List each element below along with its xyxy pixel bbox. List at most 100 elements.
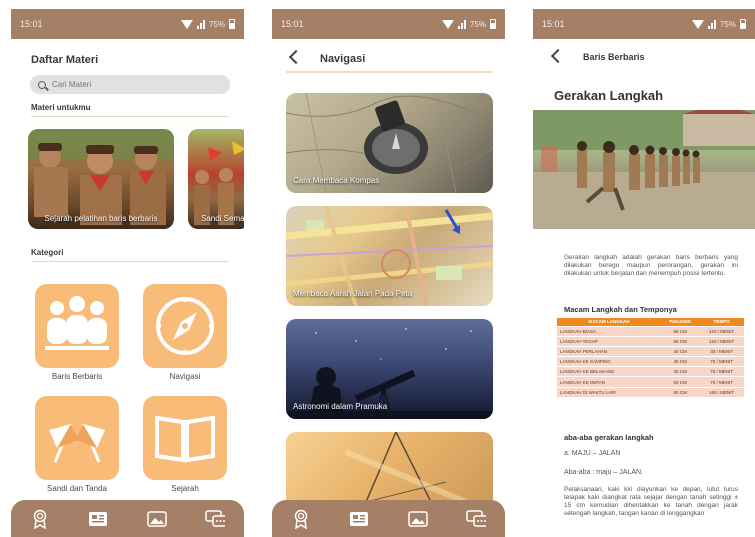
table-cell: LANGKAH DI WAKTU LARI [557,386,662,398]
table-header: PANJANG [661,318,700,326]
section-title-category: Kategori [31,248,64,257]
table-header-row: MACAM LANGKAH PANJANG TEMPO [557,318,744,326]
table-row: LANGKAH KE BELAKANG 40 CM 70 / MENIT [557,366,744,377]
article-card[interactable]: Astronomi dalam Pramuka [286,319,493,419]
back-arrow-icon[interactable] [288,49,304,65]
search-icon [38,80,46,89]
people-group-icon [45,296,109,350]
chat-bubbles-icon[interactable] [466,509,486,529]
table-cell: 40 CM [661,356,700,367]
signal-icon [707,19,716,29]
category-label: Baris Berbaris [51,372,103,381]
material-card[interactable]: Sejarah pelatihan baris berbaris [28,129,174,229]
page-title: Baris Berbaris [583,52,645,62]
category-label: Navigasi [169,372,201,381]
page-title: Daftar Materi [31,54,99,66]
category-tile-navigasi[interactable] [143,284,227,368]
bottom-nav [11,500,244,537]
news-card-icon[interactable] [88,509,108,529]
bottom-nav [272,500,505,537]
table-cell: 165 / MENIT [699,386,744,398]
table-cell: 60 CM [661,376,700,388]
article-heading: Gerakan Langkah [554,88,664,103]
open-book-icon [155,415,215,463]
battery-icon [740,19,746,29]
table-title: Macam Langkah dan Temponya [564,305,677,314]
divider [286,71,493,73]
gallery-image-icon[interactable] [407,509,428,529]
back-arrow-icon[interactable] [550,48,566,64]
table-cell: 40 CM [661,345,700,357]
command-line: Aba-aba : maju – JALAN. [564,469,643,476]
table-header: MACAM LANGKAH [557,318,662,326]
table-cell: 120 / MENIT [699,325,744,337]
battery-icon [490,19,496,29]
category-tile-baris-berbaris[interactable] [35,284,119,368]
category-tile-sandi-dan-tanda[interactable] [35,396,119,480]
card-label: Sandi Semap [201,214,244,223]
article-card[interactable]: Cara Membaca Kompas [286,93,493,193]
marching-scouts-photo [533,110,755,229]
semaphore-flags-icon [49,423,105,463]
card-label: Astronomi dalam Pramuka [293,402,388,411]
divider [31,116,229,117]
award-badge-icon[interactable] [291,509,311,529]
battery-percent: 75% [469,19,486,29]
table-row: LANGKAH DI WAKTU LARI 80 CM 165 / MENIT [557,386,744,398]
screen-navigasi: 15:01 75% Navigasi Cara Membaca Kompas M… [272,9,505,537]
chat-bubbles-icon[interactable] [205,509,225,529]
table-cell: 70 / MENIT [699,376,744,388]
category-tile-sejarah[interactable] [143,396,227,480]
battery-icon [229,19,235,29]
table-row: LANGKAH TEGAP 65 CM 120 / MENIT [557,335,744,347]
table-cell: 70 / MENIT [699,366,744,377]
category-label: Sejarah [171,484,199,493]
gallery-image-icon[interactable] [146,509,167,529]
table-cell: 80 CM [661,386,700,398]
news-card-icon[interactable] [349,509,369,529]
screen-article-detail: 15:01 75% Baris Berbaris Gerakan Langkah [533,9,755,537]
status-bar: 15:01 75% [11,9,244,39]
table-cell: 30 / MENIT [699,345,744,357]
search-bar[interactable] [30,75,230,94]
steps-table: MACAM LANGKAH PANJANG TEMPO LANGKAH BIAS… [557,318,744,398]
status-time: 15:01 [542,19,565,29]
status-time: 15:01 [281,19,304,29]
divider [31,261,229,262]
wifi-icon [180,19,193,29]
screen-daftar-materi: 15:01 75% Daftar Materi Materi untukmu S… [11,9,244,537]
command-line: a. MAJU – JALAN [564,450,621,457]
table-row: LANGKAH KE SAMPING 40 CM 70 / MENIT [557,356,744,367]
table-cell: LANGKAH KE SAMPING [557,356,662,367]
status-bar: 15:01 75% [533,9,755,39]
wifi-icon [691,19,704,29]
page-title: Navigasi [320,53,366,65]
table-cell: 120 / MENIT [699,335,744,347]
award-badge-icon[interactable] [30,509,50,529]
table-cell: 65 CM [661,325,700,337]
table-cell: 40 CM [661,366,700,377]
table-row: LANGKAH KE DEPAN 60 CM 70 / MENIT [557,376,744,388]
card-label: Membaca Aarah Jalan Pada Peta [293,289,413,298]
table-row: LANGKAH BIASA 65 CM 120 / MENIT [557,325,744,337]
table-cell: LANGKAH BIASA [557,325,662,337]
article-card[interactable]: Membaca Aarah Jalan Pada Peta [286,206,493,306]
table-header: TEMPO [699,318,744,326]
table-cell: LANGKAH PERLAHAN [557,345,662,357]
article-intro: Gerakan langkah adalah gerakan baris ber… [564,254,738,278]
compass-icon [156,297,214,355]
table-cell: 65 CM [661,335,700,347]
status-time: 15:01 [20,19,43,29]
table-cell: LANGKAH KE BELAKANG [557,366,662,377]
card-label: Sejarah pelatihan baris berbaris [44,214,158,223]
search-input[interactable] [52,80,202,89]
battery-percent: 75% [719,19,736,29]
category-label: Sandi dan Tanda [47,484,107,493]
signal-icon [196,19,205,29]
card-label: Cara Membaca Kompas [293,176,380,185]
status-bar: 15:01 75% [272,9,505,39]
wifi-icon [441,19,454,29]
table-row: LANGKAH PERLAHAN 40 CM 30 / MENIT [557,345,744,357]
material-card[interactable]: Sandi Semap [188,129,244,229]
command-title: aba-aba gerakan langkah [564,433,654,442]
